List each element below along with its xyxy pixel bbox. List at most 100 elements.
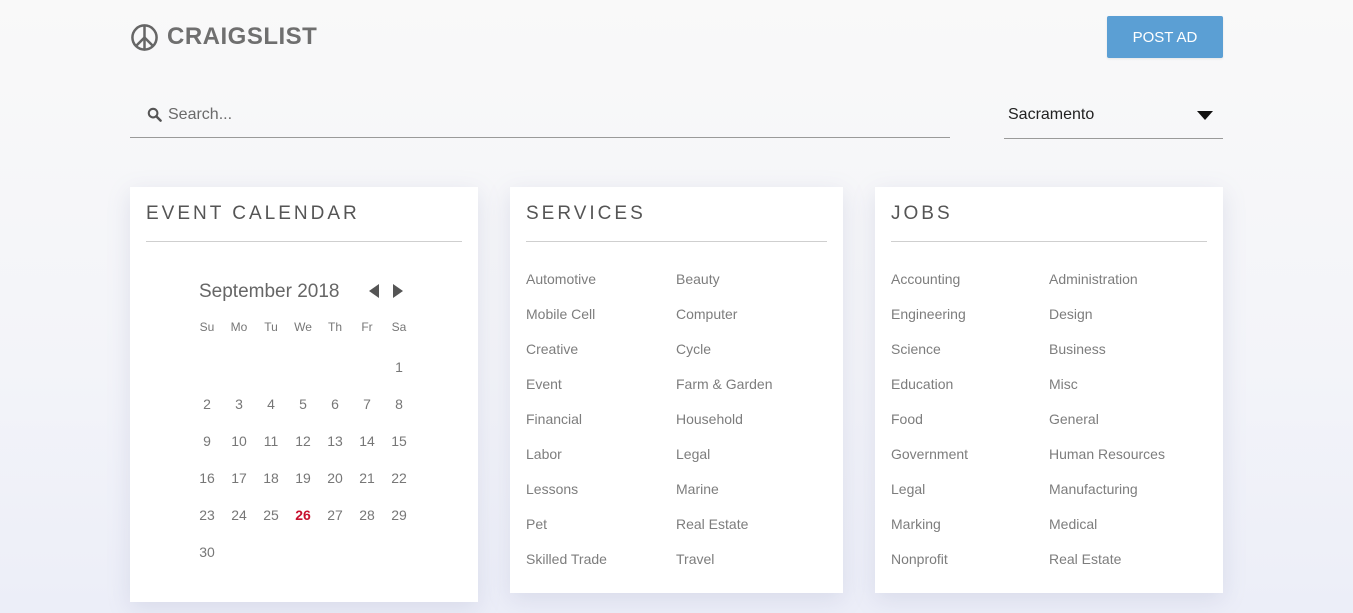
calendar-blank-cell <box>223 357 255 394</box>
services-card: SERVICES Automotive Mobile Cell Creative Ev… <box>510 187 843 593</box>
calendar-day[interactable]: 23 <box>191 505 223 542</box>
calendar-day[interactable]: 28 <box>351 505 383 542</box>
services-column-2: Beauty Computer Cycle Farm & Garden Househol… <box>676 271 826 586</box>
jobs-category-link[interactable]: Nonprofit <box>891 551 1049 586</box>
calendar-day[interactable]: 3 <box>223 394 255 431</box>
jobs-column-2: Administration Design Business Misc General H… <box>1049 271 1207 586</box>
services-category-link[interactable]: Event <box>526 376 676 411</box>
calendar-day[interactable]: 19 <box>287 468 319 505</box>
calendar-day[interactable]: 24 <box>223 505 255 542</box>
services-category-link[interactable]: Beauty <box>676 271 826 306</box>
services-column-1: Automotive Mobile Cell Creative Event Financ… <box>526 271 676 586</box>
calendar-day[interactable]: 29 <box>383 505 415 542</box>
weekday-label: Th <box>327 320 342 334</box>
calendar-day[interactable]: 7 <box>351 394 383 431</box>
jobs-category-link[interactable]: Administration <box>1049 271 1207 306</box>
weekday-label: Su <box>199 320 215 334</box>
jobs-category-link[interactable]: Legal <box>891 481 1049 516</box>
calendar-grid: Su Mo Tu We Th Fr Sa 1 2 3 4 5 6 7 8 9 10 11 12 13 14 15 16 17 1… <box>191 320 415 579</box>
weekday-label: We <box>294 320 312 334</box>
calendar-day[interactable]: 16 <box>191 468 223 505</box>
calendar-day[interactable]: 14 <box>351 431 383 468</box>
calendar-day[interactable]: 17 <box>223 468 255 505</box>
jobs-category-link[interactable]: Government <box>891 446 1049 481</box>
city-select-value: Sacramento <box>1008 106 1095 123</box>
services-category-link[interactable]: Lessons <box>526 481 676 516</box>
jobs-category-link[interactable]: Accounting <box>891 271 1049 306</box>
calendar-day[interactable]: 5 <box>287 394 319 431</box>
jobs-category-link[interactable]: Human Resources <box>1049 446 1207 481</box>
jobs-category-link[interactable]: Manufacturing <box>1049 481 1207 516</box>
weekday-label: Fr <box>361 320 373 334</box>
jobs-category-link[interactable]: Business <box>1049 341 1207 376</box>
calendar-blank-cell <box>319 357 351 394</box>
jobs-category-link[interactable]: General <box>1049 411 1207 446</box>
calendar-day[interactable]: 4 <box>255 394 287 431</box>
calendar-day[interactable]: 25 <box>255 505 287 542</box>
logo[interactable]: CRAIGSLIST <box>130 22 317 52</box>
services-category-link[interactable]: Mobile Cell <box>526 306 676 341</box>
jobs-column-1: Accounting Engineering Science Education Foo… <box>891 271 1049 586</box>
calendar-day[interactable]: 1 <box>383 357 415 394</box>
weekday-label: Mo <box>230 320 248 334</box>
jobs-category-link[interactable]: Science <box>891 341 1049 376</box>
calendar-day[interactable]: 18 <box>255 468 287 505</box>
jobs-category-link[interactable]: Real Estate <box>1049 551 1207 586</box>
search-icon <box>147 107 162 122</box>
caret-down-icon <box>1197 110 1213 120</box>
calendar-day[interactable]: 12 <box>287 431 319 468</box>
jobs-category-link[interactable]: Education <box>891 376 1049 411</box>
logo-text: CRAIGSLIST <box>167 23 318 50</box>
event-calendar-card: EVENT CALENDAR September 2018 Su Mo Tu We Th… <box>130 187 478 602</box>
calendar-day[interactable]: 27 <box>319 505 351 542</box>
calendar-day[interactable]: 20 <box>319 468 351 505</box>
city-select[interactable]: Sacramento <box>1004 92 1223 139</box>
services-category-link[interactable]: Creative <box>526 341 676 376</box>
jobs-list: Accounting Engineering Science Education Foo… <box>891 271 1207 586</box>
triangle-left-icon[interactable] <box>369 284 379 298</box>
calendar-day[interactable]: 13 <box>319 431 351 468</box>
search-bar <box>130 92 950 138</box>
calendar-day[interactable]: 6 <box>319 394 351 431</box>
search-input[interactable] <box>166 104 930 125</box>
triangle-right-icon[interactable] <box>393 284 403 298</box>
calendar-day-today[interactable]: 26 <box>287 505 319 542</box>
calendar-day[interactable]: 11 <box>255 431 287 468</box>
jobs-title: JOBS <box>891 203 1207 242</box>
services-category-link[interactable]: Skilled Trade <box>526 551 676 586</box>
jobs-category-link[interactable]: Engineering <box>891 306 1049 341</box>
calendar-day[interactable]: 15 <box>383 431 415 468</box>
services-list: Automotive Mobile Cell Creative Event Financ… <box>526 271 827 586</box>
calendar-day[interactable]: 8 <box>383 394 415 431</box>
post-ad-button[interactable]: POST AD <box>1107 16 1223 58</box>
calendar-day[interactable]: 9 <box>191 431 223 468</box>
calendar-day[interactable]: 10 <box>223 431 255 468</box>
services-category-link[interactable]: Real Estate <box>676 516 826 551</box>
calendar-day[interactable]: 30 <box>191 542 223 579</box>
jobs-category-link[interactable]: Misc <box>1049 376 1207 411</box>
peace-sign-icon <box>131 23 158 51</box>
services-category-link[interactable]: Household <box>676 411 826 446</box>
services-category-link[interactable]: Labor <box>526 446 676 481</box>
calendar-day[interactable]: 21 <box>351 468 383 505</box>
calendar-day[interactable]: 2 <box>191 394 223 431</box>
calendar-header: September 2018 <box>199 280 449 304</box>
services-category-link[interactable]: Farm & Garden <box>676 376 826 411</box>
services-category-link[interactable]: Financial <box>526 411 676 446</box>
jobs-category-link[interactable]: Design <box>1049 306 1207 341</box>
jobs-category-link[interactable]: Food <box>891 411 1049 446</box>
services-category-link[interactable]: Marine <box>676 481 826 516</box>
jobs-category-link[interactable]: Medical <box>1049 516 1207 551</box>
services-category-link[interactable]: Cycle <box>676 341 826 376</box>
calendar-blank-cell <box>255 357 287 394</box>
services-category-link[interactable]: Computer <box>676 306 826 341</box>
calendar-day[interactable]: 22 <box>383 468 415 505</box>
services-category-link[interactable]: Pet <box>526 516 676 551</box>
services-category-link[interactable]: Travel <box>676 551 826 586</box>
calendar-blank-cell <box>351 357 383 394</box>
calendar-blank-cell <box>287 357 319 394</box>
services-category-link[interactable]: Automotive <box>526 271 676 306</box>
calendar-month-label: September 2018 <box>199 281 340 302</box>
jobs-category-link[interactable]: Marking <box>891 516 1049 551</box>
services-category-link[interactable]: Legal <box>676 446 826 481</box>
